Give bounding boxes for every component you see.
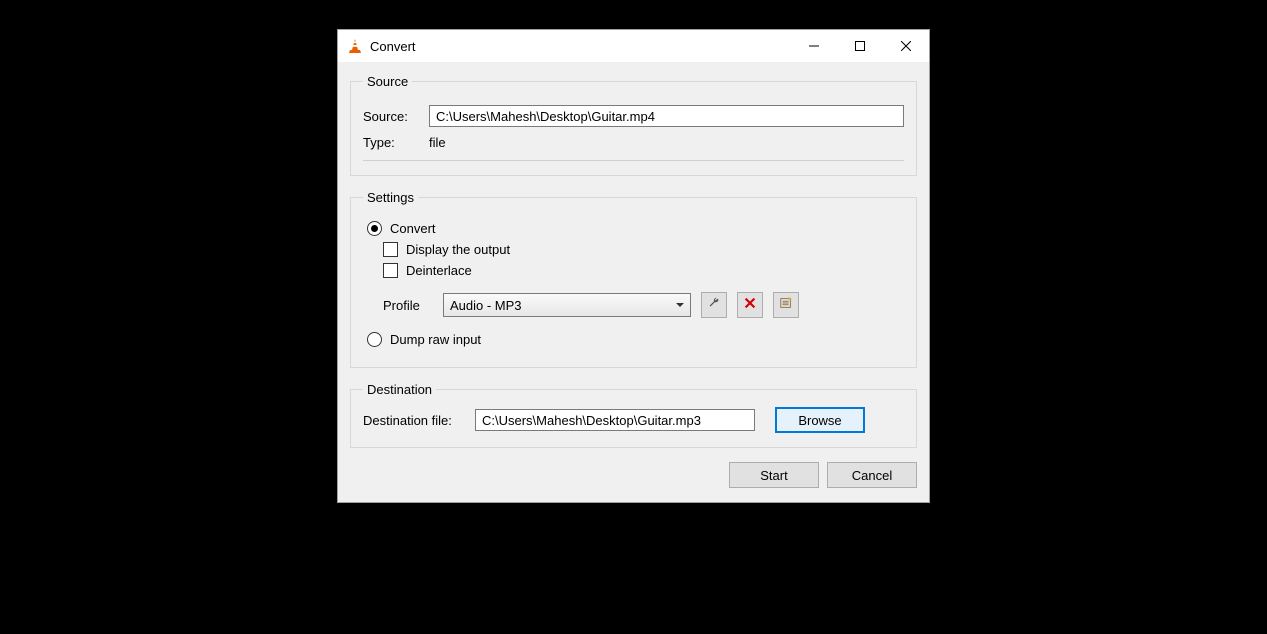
type-label: Type: — [363, 135, 421, 150]
start-button[interactable]: Start — [729, 462, 819, 488]
convert-radio[interactable] — [367, 221, 382, 236]
browse-button[interactable]: Browse — [775, 407, 865, 433]
close-button[interactable] — [883, 30, 929, 62]
source-group: Source Source: Type: file — [350, 74, 917, 176]
start-button-label: Start — [760, 468, 787, 483]
maximize-button[interactable] — [837, 30, 883, 62]
convert-dialog: Convert Source Source: Type: file Settin — [337, 29, 930, 503]
source-legend: Source — [363, 74, 412, 89]
source-input[interactable] — [429, 105, 904, 127]
divider — [363, 160, 904, 161]
dump-raw-radio[interactable] — [367, 332, 382, 347]
new-list-icon — [779, 296, 793, 315]
profile-select-value: Audio - MP3 — [450, 298, 522, 313]
destination-legend: Destination — [363, 382, 436, 397]
edit-profile-button[interactable] — [701, 292, 727, 318]
delete-profile-button[interactable] — [737, 292, 763, 318]
destination-file-input[interactable] — [475, 409, 755, 431]
destination-group: Destination Destination file: Browse — [350, 382, 917, 448]
titlebar: Convert — [338, 30, 929, 62]
deinterlace-label: Deinterlace — [406, 263, 472, 278]
new-profile-button[interactable] — [773, 292, 799, 318]
type-value: file — [429, 135, 446, 150]
profile-select[interactable]: Audio - MP3 — [443, 293, 691, 317]
source-label: Source: — [363, 109, 421, 124]
vlc-cone-icon — [346, 37, 364, 55]
destination-file-label: Destination file: — [363, 413, 467, 428]
display-output-label: Display the output — [406, 242, 510, 257]
settings-legend: Settings — [363, 190, 418, 205]
delete-x-icon — [743, 296, 757, 315]
window-title: Convert — [370, 39, 416, 54]
browse-button-label: Browse — [798, 413, 841, 428]
wrench-icon — [707, 296, 721, 315]
minimize-button[interactable] — [791, 30, 837, 62]
footer: Start Cancel — [350, 462, 917, 490]
cancel-button[interactable]: Cancel — [827, 462, 917, 488]
client-area: Source Source: Type: file Settings Conve… — [338, 62, 929, 502]
dump-raw-label: Dump raw input — [390, 332, 481, 347]
chevron-down-icon — [676, 303, 684, 307]
cancel-button-label: Cancel — [852, 468, 892, 483]
display-output-checkbox[interactable] — [383, 242, 398, 257]
deinterlace-checkbox[interactable] — [383, 263, 398, 278]
profile-label: Profile — [383, 298, 433, 313]
settings-group: Settings Convert Display the output Dein… — [350, 190, 917, 368]
convert-radio-label: Convert — [390, 221, 436, 236]
